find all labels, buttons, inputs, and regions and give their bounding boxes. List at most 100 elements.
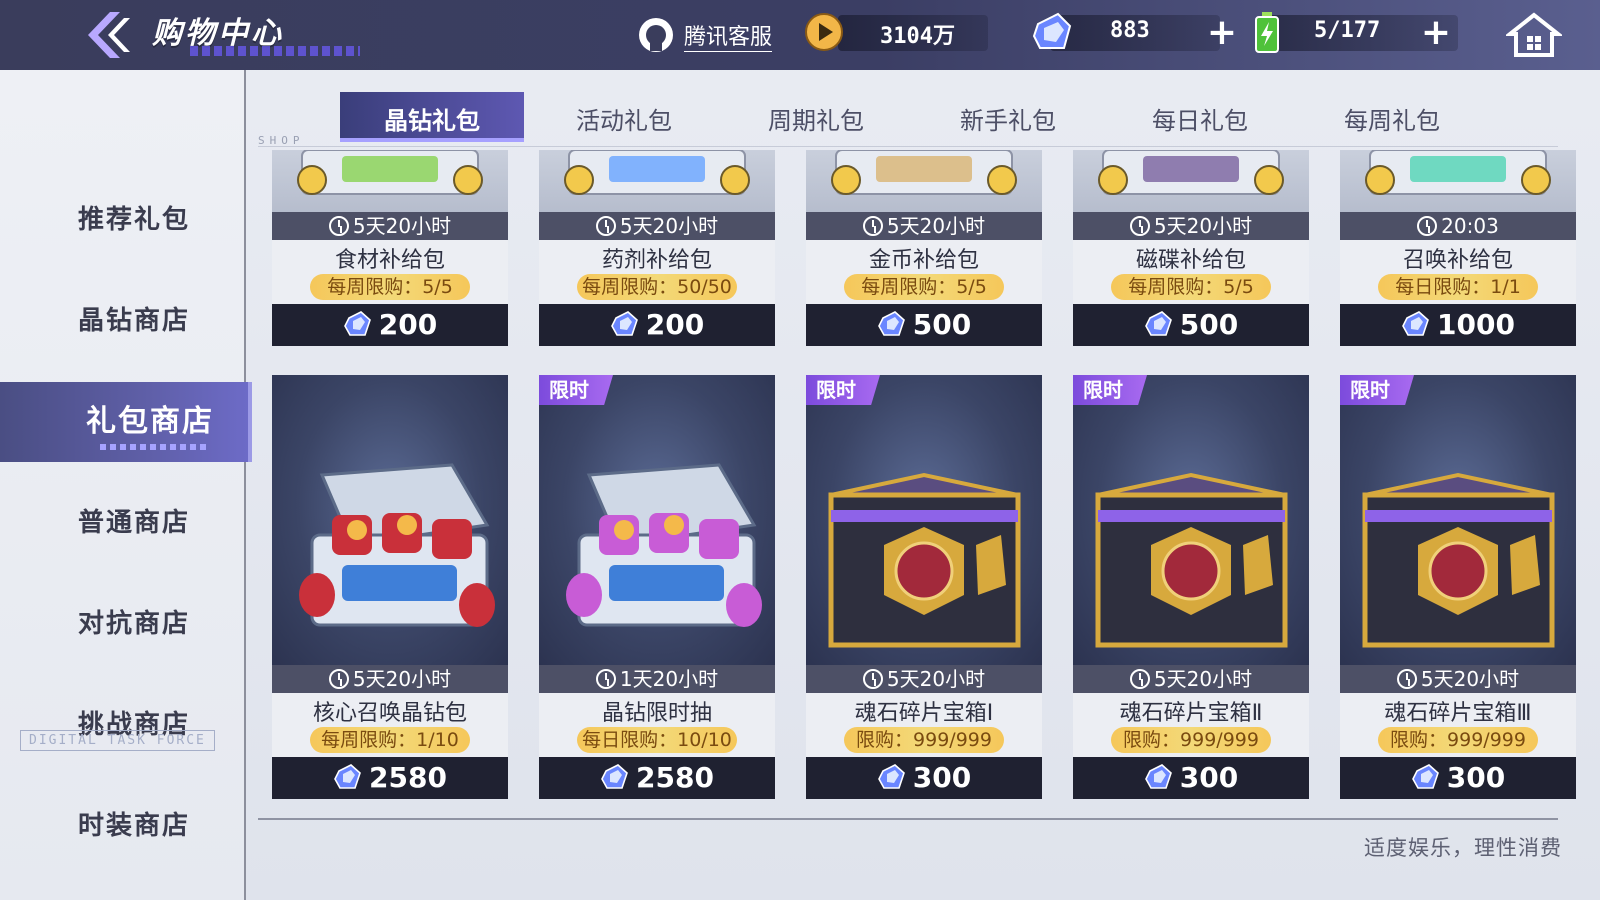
clock-icon xyxy=(595,669,616,689)
countdown-text: 5天20小时 xyxy=(886,214,986,238)
pack-art: 限时 xyxy=(539,375,775,665)
buy-button[interactable]: 500 xyxy=(1073,304,1309,346)
tab-weekly-packs[interactable]: 每周礼包 xyxy=(1300,92,1484,142)
buy-button[interactable]: 500 xyxy=(806,304,1042,346)
pack-art xyxy=(1340,150,1576,212)
pack-art xyxy=(806,150,1042,212)
pack-name: 晶钻限时抽 xyxy=(601,701,712,726)
clock-icon xyxy=(1129,669,1150,689)
countdown-text: 1天20小时 xyxy=(619,667,719,691)
energy-battery-icon xyxy=(1255,12,1279,53)
gem-icon xyxy=(1402,311,1429,336)
clock-icon xyxy=(328,216,349,236)
top-bar: 购物中心 腾讯客服 3104万 883 + 5/177 + xyxy=(0,0,1600,70)
countdown-timer: 5天20小时 xyxy=(272,665,508,693)
purchase-limit-badge: 限购：999/999 xyxy=(844,727,1004,753)
pack-name: 食材补给包 xyxy=(334,248,445,273)
tab-event-packs[interactable]: 活动礼包 xyxy=(532,92,716,142)
price-value: 200 xyxy=(378,308,438,341)
countdown-text: 20:03 xyxy=(1441,214,1499,238)
pack-info: 金币补给包 每周限购：5/5 xyxy=(806,240,1042,304)
sidebar-item-pack-shop[interactable]: 礼包商店 xyxy=(0,382,252,462)
pack-info: 魂石碎片宝箱Ⅱ 限购：999/999 xyxy=(1073,693,1309,757)
pack-art xyxy=(539,150,775,212)
add-gems-button[interactable]: + xyxy=(1206,15,1238,51)
footer-note: 适度娱乐，理性消费 xyxy=(1364,836,1562,860)
clock-icon xyxy=(1129,216,1150,236)
purchase-limit-badge: 每周限购：5/5 xyxy=(310,274,470,300)
price-value: 500 xyxy=(1179,308,1239,341)
sidebar-item-pvp-shop[interactable]: 对抗商店 xyxy=(0,584,246,664)
back-button[interactable] xyxy=(80,10,134,60)
purchase-limit-badge: 每日限购：1/1 xyxy=(1378,274,1538,300)
gem-icon xyxy=(1144,311,1172,336)
potion-supply-pack-icon xyxy=(564,150,750,195)
purchase-limit-badge: 每日限购：10/10 xyxy=(577,727,737,753)
countdown-text: 5天20小时 xyxy=(1153,667,1253,691)
pack-art: 限时 xyxy=(1073,375,1309,665)
pack-art xyxy=(272,150,508,212)
limited-time-badge: 限时 xyxy=(539,375,613,405)
customer-service-icon xyxy=(639,18,673,52)
buy-button[interactable]: 300 xyxy=(1340,757,1576,799)
purchase-limit-badge: 每周限购：1/10 xyxy=(310,727,470,753)
pack-name: 魂石碎片宝箱Ⅲ xyxy=(1384,701,1532,726)
buy-button[interactable]: 1000 xyxy=(1340,304,1576,346)
countdown-text: 5天20小时 xyxy=(1153,214,1253,238)
countdown-timer: 5天20小时 xyxy=(539,212,775,240)
tab-periodic-packs[interactable]: 周期礼包 xyxy=(724,92,908,142)
buy-button[interactable]: 2580 xyxy=(539,757,775,799)
gem-icon xyxy=(1032,12,1072,49)
sidebar-item-fashion-shop[interactable]: 时装商店 xyxy=(0,786,246,866)
sidebar-item-recommended[interactable]: 推荐礼包 xyxy=(0,180,246,260)
tab-gem-packs[interactable]: 晶钻礼包 xyxy=(340,92,524,142)
gem-icon xyxy=(610,311,638,336)
sidebar-item-normal-shop[interactable]: 普通商店 xyxy=(0,483,246,563)
buy-button[interactable]: 300 xyxy=(1073,757,1309,799)
purchase-limit-badge: 每周限购：5/5 xyxy=(844,274,1004,300)
disk-supply-pack-icon xyxy=(1098,150,1284,195)
tab-newbie-packs[interactable]: 新手礼包 xyxy=(916,92,1100,142)
countdown-timer: 1天20小时 xyxy=(539,665,775,693)
gem-icon xyxy=(1144,764,1172,789)
pack-info: 药剂补给包 每周限购：50/50 xyxy=(539,240,775,304)
countdown-timer: 5天20小时 xyxy=(1340,665,1576,693)
clock-icon xyxy=(595,216,616,236)
price-value: 2580 xyxy=(369,761,447,794)
content-divider xyxy=(258,818,1558,820)
core-summon-chest-icon xyxy=(299,463,495,627)
price-value: 500 xyxy=(912,308,972,341)
pack-info: 食材补给包 每周限购：5/5 xyxy=(272,240,508,304)
home-button[interactable] xyxy=(1504,12,1564,58)
gem-amount: 883 xyxy=(1110,18,1150,43)
coin-supply-pack-icon xyxy=(831,150,1017,195)
buy-button[interactable]: 300 xyxy=(806,757,1042,799)
add-energy-button[interactable]: + xyxy=(1420,15,1452,51)
clock-icon xyxy=(328,669,349,689)
purchase-limit-badge: 限购：999/999 xyxy=(1111,727,1271,753)
pack-info: 召唤补给包 每日限购：1/1 xyxy=(1340,240,1576,304)
buy-button[interactable]: 2580 xyxy=(272,757,508,799)
pack-info: 磁碟补给包 每周限购：5/5 xyxy=(1073,240,1309,304)
buy-button[interactable]: 200 xyxy=(272,304,508,346)
limited-time-badge: 限时 xyxy=(806,375,880,405)
gem-icon xyxy=(877,764,905,789)
price-value: 300 xyxy=(912,761,972,794)
countdown-text: 5天20小时 xyxy=(619,214,719,238)
chevron-left-icon xyxy=(88,12,130,58)
clock-icon xyxy=(862,216,883,236)
summon-supply-pack-icon xyxy=(1365,150,1551,195)
title-decoration xyxy=(190,46,360,56)
limited-draw-chest-icon xyxy=(566,463,762,627)
customer-service-link[interactable]: 腾讯客服 xyxy=(636,12,773,58)
pack-info: 魂石碎片宝箱Ⅲ 限购：999/999 xyxy=(1340,693,1576,757)
sidebar-item-gem-shop[interactable]: 晶钻商店 xyxy=(0,281,246,361)
customer-service-label: 腾讯客服 xyxy=(684,19,773,52)
soulstone-chest-icon xyxy=(1362,472,1555,648)
sidebar-item-challenge-shop[interactable]: 挑战商店 xyxy=(0,685,246,765)
countdown-timer: 5天20小时 xyxy=(1073,665,1309,693)
clock-icon xyxy=(1417,216,1438,236)
buy-button[interactable]: 200 xyxy=(539,304,775,346)
tab-daily-packs[interactable]: 每日礼包 xyxy=(1108,92,1292,142)
pack-name: 核心召唤晶钻包 xyxy=(312,701,467,726)
